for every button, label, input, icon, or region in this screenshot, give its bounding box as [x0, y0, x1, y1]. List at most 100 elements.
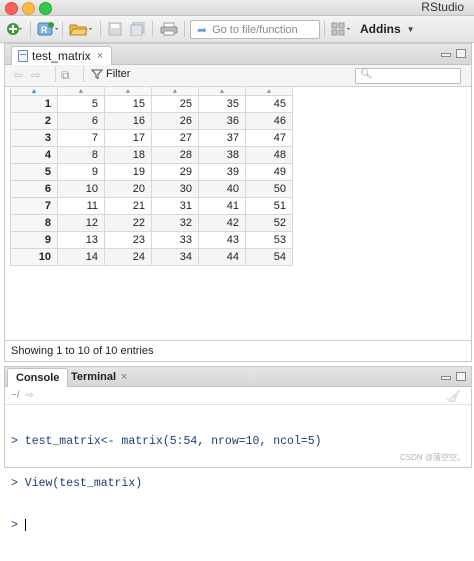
table-cell: 50 — [245, 180, 293, 198]
filter-button[interactable]: Filter — [91, 68, 130, 80]
terminal-tab-label: Terminal — [71, 371, 117, 383]
table-cell: 34 — [151, 248, 199, 266]
close-window-button[interactable] — [5, 2, 18, 15]
print-button[interactable] — [158, 20, 180, 38]
row-name-cell: 6 — [10, 180, 58, 198]
search-input[interactable]: 🔍︎ — [355, 68, 461, 84]
maximize-console-icon[interactable] — [456, 372, 466, 381]
column-header-v4[interactable]: ▲ — [198, 86, 246, 96]
row-name-cell: 7 — [10, 197, 58, 215]
table-cell: 12 — [57, 214, 105, 232]
table-cell: 53 — [245, 231, 293, 249]
go-to-directory-icon[interactable]: ⇨ — [25, 390, 33, 401]
tab-label: test_matrix — [32, 49, 91, 63]
row-name-cell: 10 — [10, 248, 58, 266]
entries-status: Showing 1 to 10 of 10 entries — [5, 340, 471, 360]
console-output[interactable]: > test_matrix<- matrix(5:54, nrow=10, nc… — [11, 407, 322, 561]
main-toolbar: R ➦ Go to file/function Addins ▼ — [0, 16, 474, 43]
table-cell: 48 — [245, 146, 293, 164]
minimize-console-icon[interactable] — [441, 376, 451, 380]
addins-label: Addins — [360, 22, 401, 36]
project-icon: R — [37, 22, 58, 36]
minimize-pane-icon[interactable] — [441, 53, 451, 57]
table-row: 10 14 24 34 44 54 — [10, 248, 293, 266]
table-cell: 40 — [198, 180, 246, 198]
goto-file-function-input[interactable]: ➦ Go to file/function — [190, 20, 320, 39]
forward-arrow-icon[interactable]: ⇨ — [31, 68, 41, 82]
table-cell: 19 — [104, 163, 152, 181]
tab-test-matrix[interactable]: test_matrix × — [11, 46, 113, 65]
column-header-v3[interactable]: ▲ — [151, 86, 199, 96]
table-cell: 13 — [57, 231, 105, 249]
table-cell: 39 — [198, 163, 246, 181]
console-line: > test_matrix<- matrix(5:54, nrow=10, nc… — [11, 435, 322, 448]
source-pane: test_matrix × ⇦ ⇨ ⧉ Filter 🔍︎ ▲ ▲ ▲ ▲ ▲ … — [4, 43, 472, 362]
maximize-window-button[interactable] — [39, 2, 52, 15]
row-name-cell: 4 — [10, 146, 58, 164]
data-viewer-toolbar: ⇦ ⇨ ⧉ Filter 🔍︎ — [5, 65, 471, 87]
column-header-v2[interactable]: ▲ — [104, 86, 152, 96]
table-cell: 6 — [57, 112, 105, 130]
window-title: RStudio — [421, 0, 464, 14]
table-cell: 54 — [245, 248, 293, 266]
table-cell: 27 — [151, 129, 199, 147]
watermark: CSDN @落空空。 — [399, 453, 465, 462]
table-cell: 38 — [198, 146, 246, 164]
table-cell: 30 — [151, 180, 199, 198]
minimize-window-button[interactable] — [22, 2, 35, 15]
save-icon — [108, 22, 122, 36]
close-terminal-icon[interactable]: × — [121, 371, 127, 383]
table-cell: 47 — [245, 129, 293, 147]
table-cell: 15 — [104, 95, 152, 113]
column-header-v5[interactable]: ▲ — [245, 86, 293, 96]
table-cell: 32 — [151, 214, 199, 232]
table-row: 2 6 16 26 36 46 — [10, 112, 293, 130]
table-cell: 45 — [245, 95, 293, 113]
text-cursor — [24, 519, 26, 531]
table-cell: 21 — [104, 197, 152, 215]
search-icon: 🔍︎ — [360, 69, 373, 80]
funnel-icon — [91, 69, 103, 79]
layout-grid-button[interactable] — [330, 20, 354, 38]
table-body: 1 5 15 25 35 45 2 6 16 26 36 46 3 7 17 27 37 47 4 8 18 28 38 48… — [10, 95, 293, 266]
print-icon — [160, 22, 178, 36]
goto-arrow-icon: ➦ — [197, 22, 208, 37]
table-cell: 23 — [104, 231, 152, 249]
table-cell: 43 — [198, 231, 246, 249]
table-cell: 44 — [198, 248, 246, 266]
data-table: ▲ ▲ ▲ ▲ ▲ ▲ 1 5 15 25 35 45 2 6 16 26 36 46 3 7 17 27 37… — [10, 86, 293, 266]
tab-terminal[interactable]: Terminal × — [63, 368, 135, 386]
filter-label: Filter — [106, 68, 131, 80]
working-directory-path: ~/ — [11, 390, 20, 401]
table-cell: 18 — [104, 146, 152, 164]
back-arrow-icon[interactable]: ⇦ — [13, 68, 23, 82]
open-file-button[interactable] — [68, 20, 94, 38]
row-name-cell: 3 — [10, 129, 58, 147]
tab-console[interactable]: Console — [7, 368, 69, 387]
table-row: 1 5 15 25 35 45 — [10, 95, 293, 113]
console-prompt-line: > — [11, 519, 322, 533]
save-button[interactable] — [106, 20, 124, 38]
table-row: 8 12 22 32 42 52 — [10, 214, 293, 232]
row-name-cell: 1 — [10, 95, 58, 113]
new-file-button[interactable] — [4, 20, 26, 38]
data-file-icon — [18, 50, 28, 62]
row-name-cell: 2 — [10, 112, 58, 130]
table-cell: 41 — [198, 197, 246, 215]
table-cell: 26 — [151, 112, 199, 130]
table-cell: 11 — [57, 197, 105, 215]
new-project-button[interactable]: R — [36, 20, 60, 38]
working-directory: ~/ ⇨ — [5, 387, 471, 405]
column-header-v1[interactable]: ▲ — [57, 86, 105, 96]
save-all-button[interactable] — [128, 20, 148, 38]
column-header-rownames[interactable]: ▲ — [10, 86, 58, 96]
addins-menu[interactable]: Addins ▼ — [360, 20, 415, 38]
table-cell: 52 — [245, 214, 293, 232]
table-cell: 33 — [151, 231, 199, 249]
title-bar: RStudio — [0, 0, 474, 16]
close-tab-icon[interactable]: × — [97, 50, 103, 62]
popout-window-icon[interactable]: ⧉ — [61, 68, 70, 83]
table-cell: 28 — [151, 146, 199, 164]
maximize-pane-icon[interactable] — [456, 49, 466, 58]
clear-console-icon[interactable]: 🧹︎ — [446, 389, 461, 403]
